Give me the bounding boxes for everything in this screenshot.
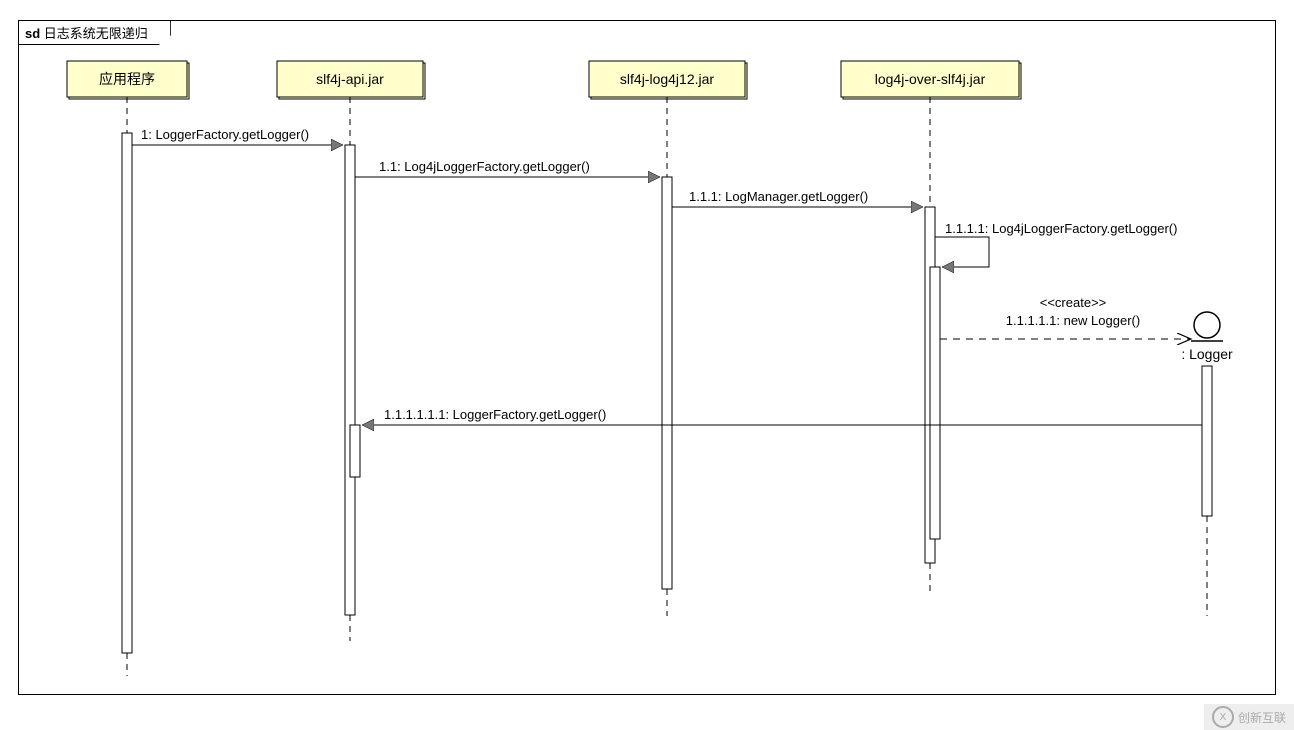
activation-logger — [1202, 366, 1212, 516]
activation-slf4j-api-nested — [350, 425, 360, 477]
watermark-logo-icon: X — [1212, 706, 1234, 728]
message-1-1-1-1-label: 1.1.1.1: Log4jLoggerFactory.getLogger() — [945, 221, 1177, 236]
lifeline-logger: : Logger — [1181, 312, 1233, 362]
message-1-label: 1: LoggerFactory.getLogger() — [141, 127, 309, 142]
lifeline-log4j-over-slf4j: log4j-over-slf4j.jar — [841, 61, 1021, 207]
sequence-svg: 应用程序 slf4j-api.jar slf4j-log4j12.jar — [19, 21, 1277, 696]
message-1-1-1-label: 1.1.1: LogManager.getLogger() — [689, 189, 868, 204]
lifeline-app-label: 应用程序 — [99, 71, 155, 87]
lifeline-app: 应用程序 — [67, 61, 189, 676]
activation-slf4j-api — [345, 145, 355, 615]
lifeline-slf4j-api-label: slf4j-api.jar — [316, 71, 384, 87]
lifeline-slf4j-log4j12: slf4j-log4j12.jar — [589, 61, 747, 177]
watermark-text: 创新互联 — [1238, 709, 1286, 726]
activation-slf4j-log4j12 — [662, 177, 672, 589]
message-1-1-1-1-1-label: 1.1.1.1.1: new Logger() — [1006, 313, 1140, 328]
lifeline-log4j-over-slf4j-label: log4j-over-slf4j.jar — [875, 71, 986, 87]
message-1-1-label: 1.1: Log4jLoggerFactory.getLogger() — [379, 159, 590, 174]
stereotype-create: <<create>> — [1040, 295, 1107, 310]
lifeline-logger-label: : Logger — [1181, 346, 1233, 362]
lifeline-slf4j-log4j12-label: slf4j-log4j12.jar — [620, 71, 714, 87]
message-1-1-1-1-1-1-label: 1.1.1.1.1.1: LoggerFactory.getLogger() — [384, 407, 606, 422]
watermark: X 创新互联 — [1204, 704, 1294, 730]
sequence-frame: sd 日志系统无限递归 应用程序 — [18, 20, 1276, 695]
activation-log4j-over-slf4j-inner — [930, 267, 940, 539]
diagram-canvas: sd 日志系统无限递归 应用程序 — [0, 0, 1294, 730]
message-1-1-1-1 — [935, 237, 989, 267]
